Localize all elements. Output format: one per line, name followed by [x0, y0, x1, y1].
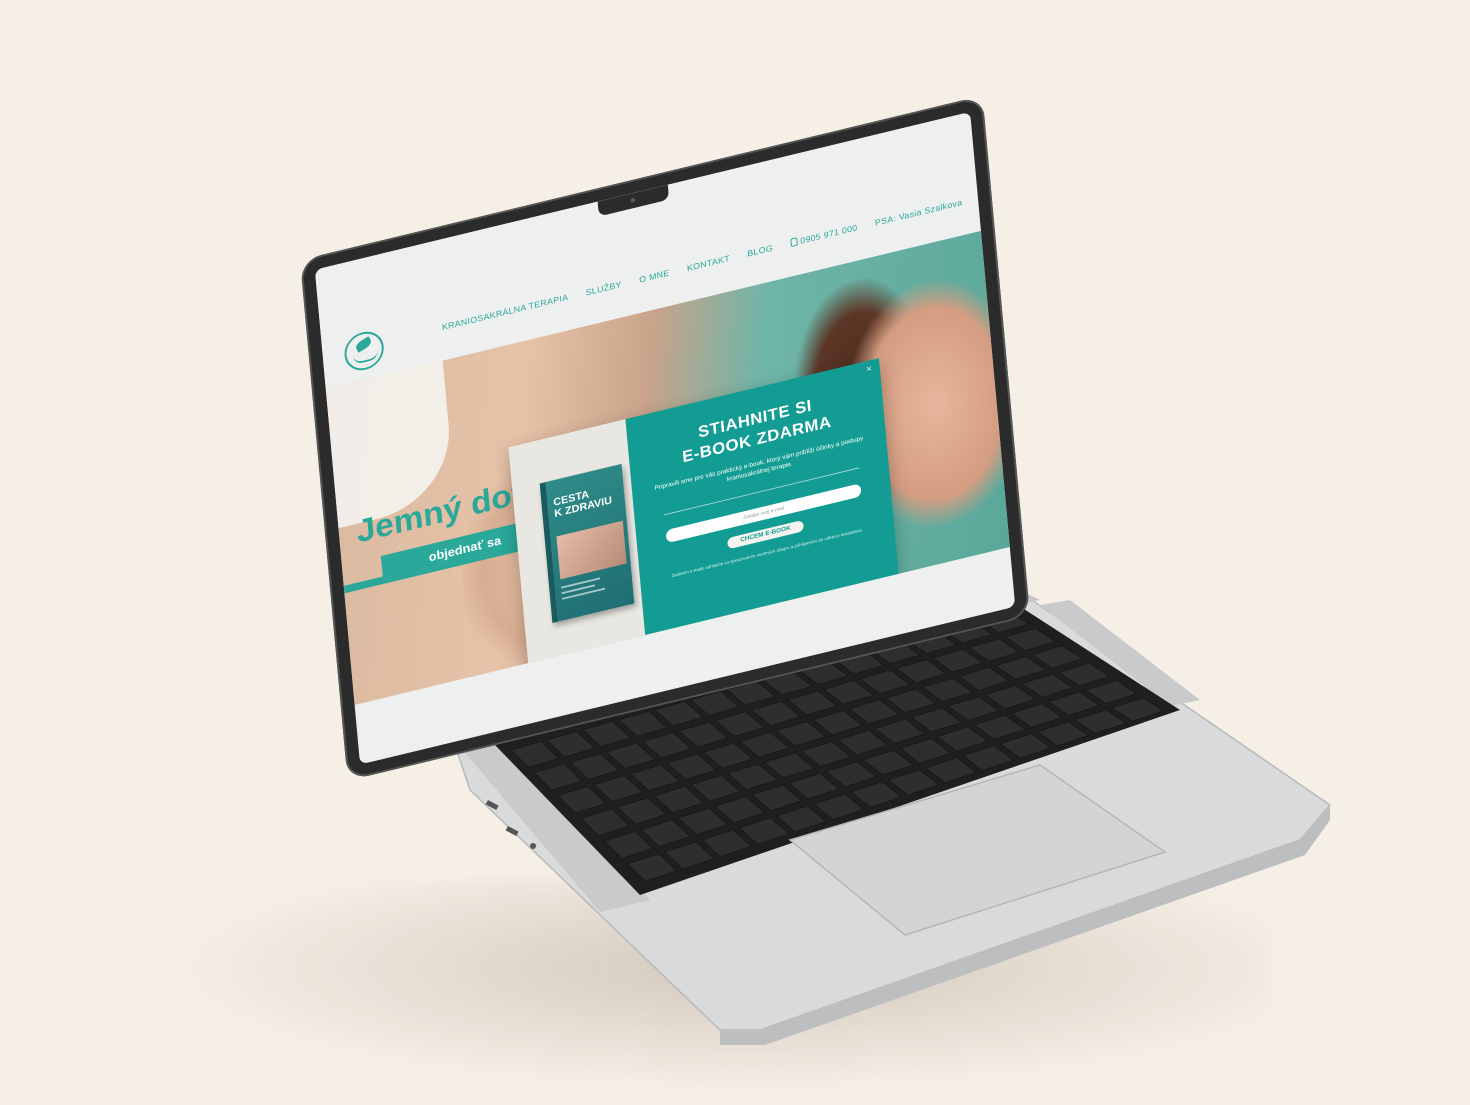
camera-icon	[630, 197, 636, 204]
keyboard-key	[859, 669, 912, 694]
ebook-popup: CESTA K ZDRAVIU × STIAHNITE SI E-BOOK ZD…	[508, 358, 901, 680]
keyboard-key	[788, 772, 841, 800]
keyboard-key	[653, 785, 705, 814]
keyboard-key	[593, 775, 644, 803]
keyboard-key	[936, 726, 989, 752]
keyboard-key	[786, 690, 839, 716]
keyboard-key	[822, 679, 875, 705]
keyboard-key	[738, 817, 790, 845]
keyboard-key	[1020, 673, 1074, 698]
nav-item-o-mne[interactable]: O MNE	[639, 268, 670, 285]
keyboard-key	[961, 745, 1015, 771]
popup-image-panel: CESTA K ZDRAVIU	[508, 419, 647, 680]
nav-item-sluzby[interactable]: SLUŽBY	[585, 280, 622, 298]
keyboard-key	[581, 720, 632, 748]
keyboard-key	[763, 752, 816, 779]
keyboard-key	[812, 793, 865, 821]
keyboard-key	[887, 769, 940, 796]
keyboard-key	[873, 718, 927, 744]
keyboard-key	[750, 700, 802, 727]
keyboard-key	[910, 707, 963, 733]
keyboard-key	[1057, 662, 1111, 687]
keyboard-key	[678, 721, 729, 748]
keyboard-key	[533, 763, 584, 791]
keyboard-key	[994, 655, 1048, 680]
keyboard-key	[1003, 627, 1057, 651]
keyboard-key	[921, 677, 974, 703]
nav-phone[interactable]: 0905 971 000	[790, 223, 858, 248]
keyboard-key	[931, 648, 985, 673]
keyboard-key	[629, 764, 681, 792]
phone-icon	[790, 237, 798, 248]
nav-cta[interactable]: PSA: Vasia Szalkova	[875, 197, 963, 227]
keyboard-key	[569, 753, 620, 780]
keyboard-key	[924, 757, 978, 784]
keyboard-key	[641, 732, 693, 759]
keyboard-key	[579, 808, 631, 837]
keyboard-key	[1047, 691, 1101, 716]
ebook-title: CESTA K ZDRAVIU	[553, 484, 613, 520]
keyboard-key	[714, 796, 766, 824]
ebook-cover: CESTA K ZDRAVIU	[539, 463, 635, 624]
keyboard-key	[848, 699, 901, 725]
keyboard-key	[825, 761, 878, 788]
keyboard-key	[800, 741, 853, 768]
keyboard-key	[899, 737, 952, 764]
nav-item-blog[interactable]: BLOG	[747, 243, 773, 258]
keyboard-key	[973, 714, 1027, 740]
keyboard-key	[850, 781, 903, 808]
ebook-photo	[556, 520, 627, 580]
logo-icon[interactable]	[342, 327, 386, 375]
keyboard-key	[895, 659, 948, 684]
keyboard-key	[677, 807, 729, 836]
keyboard-key	[690, 774, 742, 802]
keyboard-key	[556, 785, 607, 814]
keyboard-key	[726, 763, 779, 791]
keyboard-key	[616, 797, 668, 825]
keyboard-key	[1010, 703, 1064, 728]
keyboard-key	[509, 740, 560, 768]
nav-phone-number: 0905 971 000	[799, 222, 858, 246]
keyboard-key	[605, 742, 657, 770]
keyboard-key	[1110, 697, 1165, 722]
keyboard-key	[775, 720, 827, 747]
hand-icon	[352, 349, 379, 365]
nav-item-kontakt[interactable]: KONTAKT	[687, 253, 731, 273]
keyboard-key	[862, 749, 915, 776]
keyboard-key	[775, 805, 828, 833]
keyboard-key	[1084, 679, 1138, 705]
ebook-line	[562, 587, 606, 600]
keyboard-key	[640, 819, 692, 848]
keyboard-key	[967, 638, 1021, 662]
keyboard-key	[626, 853, 678, 882]
keyboard-key	[751, 784, 803, 812]
popup-form-panel: × STIAHNITE SI E-BOOK ZDARMA Pripravili …	[625, 358, 901, 652]
keyboard-key	[545, 730, 596, 758]
keyboard-key	[617, 710, 669, 737]
keyboard-key	[663, 841, 715, 870]
keyboard-key	[947, 696, 1000, 721]
keyboard-key	[957, 666, 1011, 691]
keyboard-key	[811, 710, 864, 736]
keyboard-key	[702, 742, 754, 769]
keyboard-key	[714, 711, 766, 737]
keyboard-key	[1073, 709, 1128, 735]
keyboard-key	[665, 753, 717, 780]
keyboard-key	[983, 684, 1037, 710]
keyboard-key	[884, 688, 938, 714]
keyboard-key	[999, 733, 1053, 759]
keyboard-key	[738, 731, 791, 758]
close-icon[interactable]: ×	[866, 364, 873, 376]
keyboard-key	[837, 729, 890, 756]
nav-item-kraniosakralna[interactable]: KRANIOSAKRÁLNA TERAPIA	[442, 292, 569, 332]
keyboard-key	[1036, 721, 1090, 747]
keyboard-key	[1030, 645, 1084, 669]
keyboard-key	[603, 830, 654, 859]
keyboard-key	[701, 829, 753, 858]
